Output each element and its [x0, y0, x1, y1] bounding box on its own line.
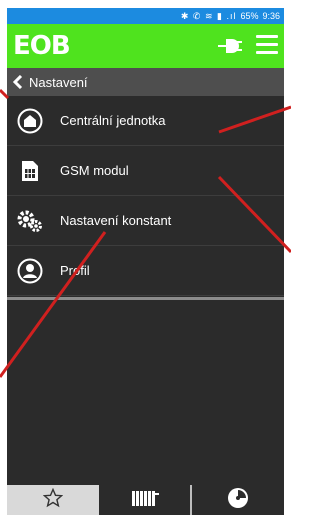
breadcrumb: Nastavení	[7, 68, 284, 96]
plug-icon[interactable]	[218, 36, 244, 56]
menu-item-label: Nastavení konstant	[60, 213, 172, 228]
menu-item-label: GSM modul	[60, 163, 129, 178]
list-divider	[7, 297, 284, 300]
menu-item-gsm-module[interactable]: GSM modul	[7, 146, 284, 196]
page-title: Nastavení	[29, 74, 88, 90]
tab-gauge[interactable]	[192, 485, 284, 515]
star-icon	[42, 487, 64, 513]
sim-card-icon	[15, 156, 45, 186]
menu-item-label: Profil	[60, 263, 90, 278]
status-icons: ✱ ✆ ≋ ▮ .ıl	[180, 10, 237, 21]
battery-level: 65%	[240, 11, 259, 21]
home-icon	[15, 106, 45, 136]
tab-heating[interactable]	[99, 485, 191, 515]
menu-item-constants-settings[interactable]: Nastavení konstant	[7, 196, 284, 246]
gears-icon	[15, 206, 45, 236]
phone-screen: ✱ ✆ ≋ ▮ .ıl 65% 9:36 EOB Nastavení Centr…	[7, 8, 284, 515]
bottom-navigation	[7, 485, 284, 515]
user-icon	[15, 256, 45, 286]
app-bar: EOB	[7, 24, 284, 68]
hamburger-menu-icon[interactable]	[256, 35, 278, 55]
eob-logo: EOB	[13, 31, 71, 61]
settings-menu: Centrální jednotka GSM modul Nastavení k…	[7, 96, 284, 300]
back-arrow-icon[interactable]	[7, 68, 29, 96]
menu-item-profile[interactable]: Profil	[7, 246, 284, 296]
menu-item-label: Centrální jednotka	[60, 113, 166, 128]
status-bar: ✱ ✆ ≋ ▮ .ıl 65% 9:36	[7, 8, 284, 24]
menu-item-central-unit[interactable]: Centrální jednotka	[7, 96, 284, 146]
gauge-icon	[227, 487, 249, 514]
tab-favorites[interactable]	[7, 485, 99, 515]
clock: 9:36	[262, 11, 280, 21]
radiator-icon	[130, 489, 160, 512]
